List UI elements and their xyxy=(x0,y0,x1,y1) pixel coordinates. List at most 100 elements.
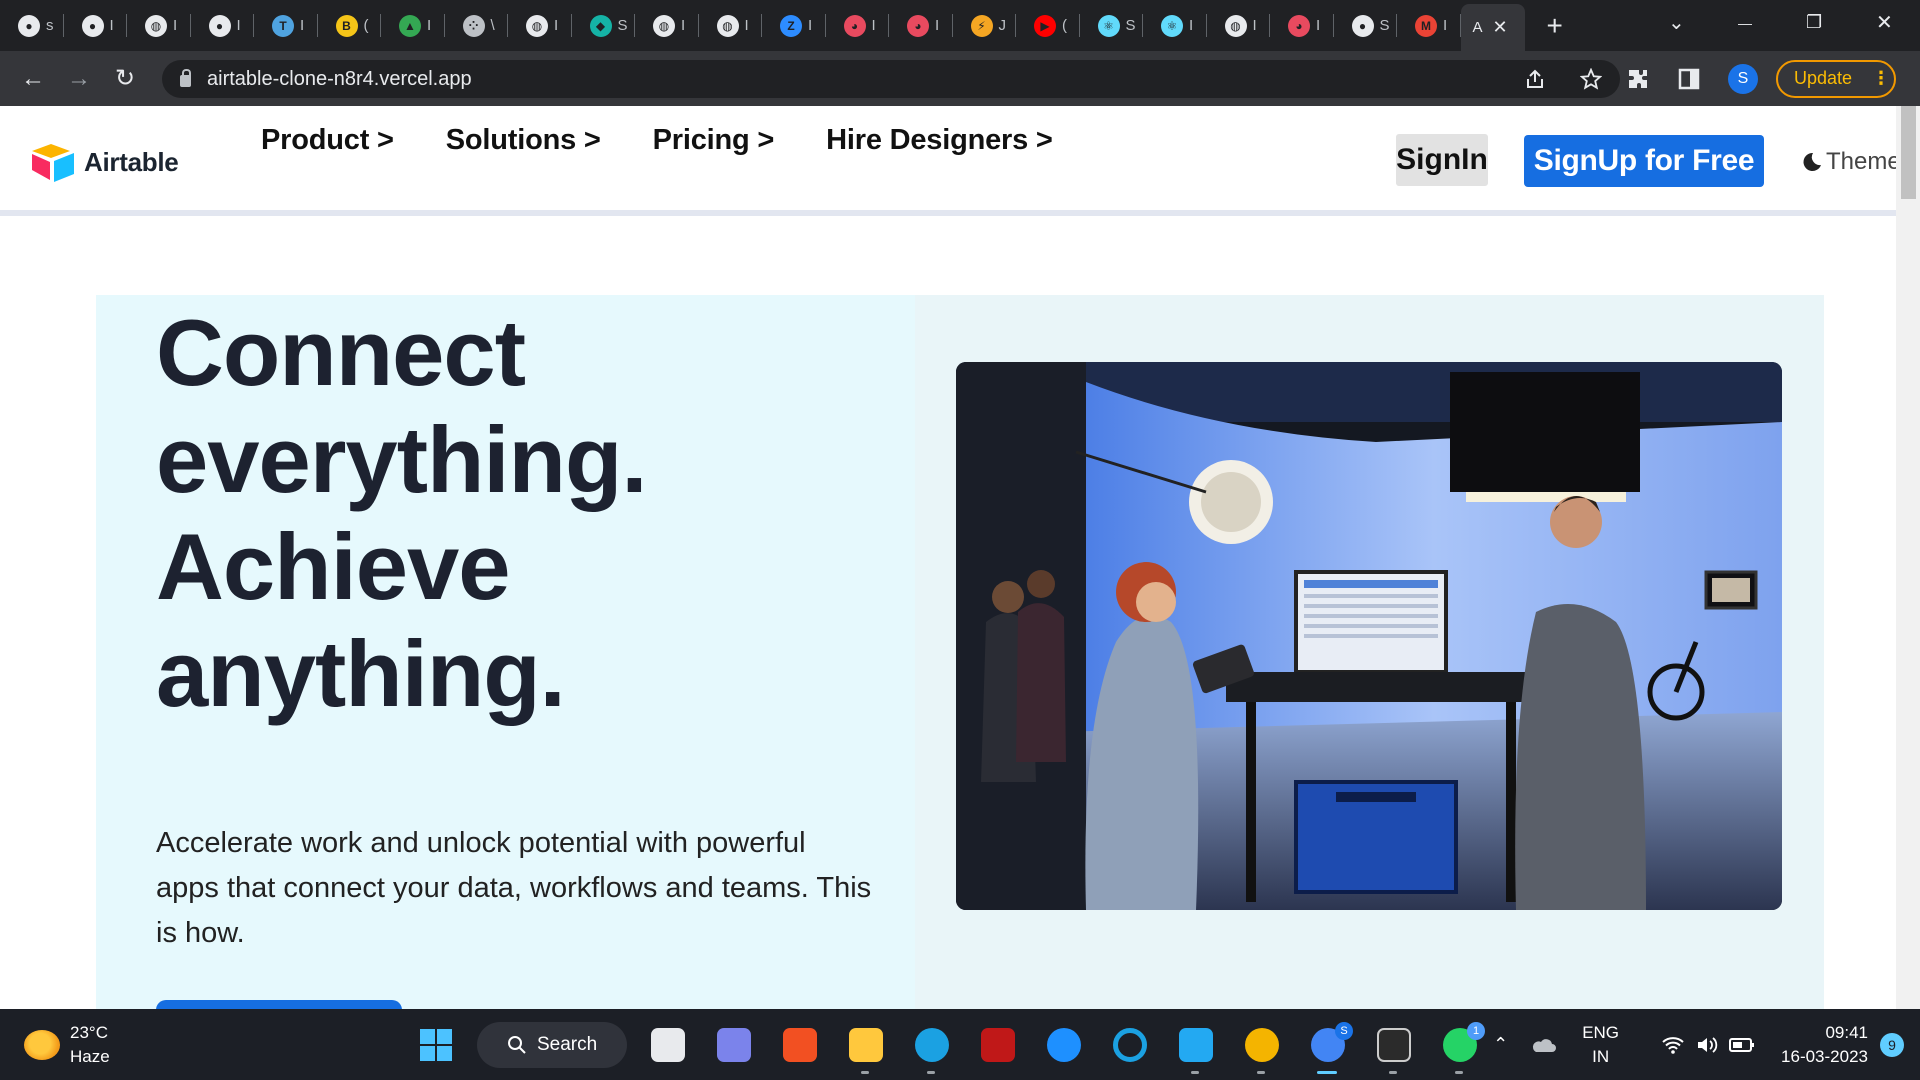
lock-icon[interactable] xyxy=(180,69,191,87)
mcafee-icon[interactable] xyxy=(965,1022,1031,1068)
browser-tab[interactable]: ● I xyxy=(64,0,128,51)
globe-icon: ◍ xyxy=(653,14,675,37)
volume-icon[interactable] xyxy=(1695,1035,1719,1055)
vscode-icon-glyph xyxy=(1179,1028,1213,1062)
signin-button[interactable]: SignIn xyxy=(1396,134,1488,186)
browser-tab[interactable]: ◍ I xyxy=(508,0,572,51)
windows-start-icon[interactable] xyxy=(403,1022,469,1068)
back-button[interactable]: ← xyxy=(10,65,56,93)
teams-chat-icon[interactable] xyxy=(701,1022,767,1068)
browser-tab[interactable]: ▲ I xyxy=(381,0,445,51)
close-window-button[interactable]: ✕ xyxy=(1876,0,1893,45)
tab-search-chevron-icon[interactable]: ⌄ xyxy=(1668,0,1685,45)
clock[interactable]: 09:41 16-03-2023 xyxy=(1781,1021,1868,1069)
reload-button[interactable]: ↻ xyxy=(102,64,148,93)
extensions-icon[interactable] xyxy=(1626,67,1650,91)
browser-tab[interactable]: ◕ I xyxy=(889,0,953,51)
scrollbar-thumb[interactable] xyxy=(1901,106,1916,199)
forward-button[interactable]: → xyxy=(56,65,102,93)
battery-icon[interactable] xyxy=(1729,1037,1755,1053)
menu-hire-designers[interactable]: Hire Designers > xyxy=(826,124,1053,157)
weather-widget[interactable]: 23°C Haze xyxy=(24,1021,110,1069)
browser-tab[interactable]: ⚛ S xyxy=(1080,0,1144,51)
minimize-button[interactable]: — xyxy=(1738,0,1752,45)
terminal-icon[interactable] xyxy=(1361,1022,1427,1074)
browser-tab[interactable]: ● s xyxy=(0,0,64,51)
browser-tab[interactable]: MI xyxy=(1397,0,1461,51)
running-indicator xyxy=(1257,1071,1265,1074)
signup-button[interactable]: SignUp for Free xyxy=(1524,135,1764,187)
language-indicator[interactable]: ENG IN xyxy=(1582,1021,1619,1069)
active-tab[interactable]: A ✕ xyxy=(1460,4,1525,51)
browser-tab[interactable]: ◕ I xyxy=(826,0,890,51)
notification-badge[interactable]: 9 xyxy=(1880,1032,1904,1057)
active-tab-title: A xyxy=(1472,19,1483,36)
menu-solutions[interactable]: Solutions > xyxy=(446,124,601,157)
update-button[interactable]: Update ⋮ xyxy=(1776,59,1896,98)
chrome-profile-badge: S xyxy=(1335,1022,1353,1040)
chrome-canary-icon[interactable] xyxy=(1229,1022,1295,1074)
theme-label: Theme xyxy=(1826,148,1901,175)
edge-icon[interactable] xyxy=(899,1022,965,1074)
menu-pricing[interactable]: Pricing > xyxy=(653,124,775,157)
onedrive-cloud-icon[interactable] xyxy=(1530,1036,1557,1054)
share-icon[interactable] xyxy=(1524,68,1546,90)
browser-tab[interactable]: ⁘ \ xyxy=(445,0,509,51)
page-scrollbar[interactable] xyxy=(1896,106,1920,1009)
react-icon: ⚛ xyxy=(1097,14,1120,37)
task-view-icon[interactable] xyxy=(635,1022,701,1068)
youtube-icon: ▶ xyxy=(1034,14,1056,37)
side-panel-icon[interactable] xyxy=(1678,68,1700,90)
url-text[interactable]: airtable-clone-n8r4.vercel.app xyxy=(207,68,472,91)
airtable-logo[interactable]: Airtable xyxy=(30,142,179,182)
tab-title: s xyxy=(46,17,54,34)
browser-tab[interactable]: ◆ S xyxy=(572,0,636,51)
restore-button[interactable]: ❐ xyxy=(1806,0,1822,45)
tray-chevron-up-icon[interactable]: ⌃ xyxy=(1493,1034,1508,1055)
new-tab-button[interactable]: + xyxy=(1547,11,1563,40)
browser-tab[interactable]: ⚛ I xyxy=(1143,0,1207,51)
cortana-icon[interactable] xyxy=(1097,1022,1163,1068)
help-icon[interactable] xyxy=(1031,1022,1097,1068)
file-explorer-icon[interactable] xyxy=(833,1022,899,1074)
theme-toggle[interactable]: Theme xyxy=(1800,148,1901,176)
browser-tab[interactable]: ● S xyxy=(1334,0,1398,51)
chrome-icon[interactable]: S xyxy=(1295,1022,1361,1074)
menu-product[interactable]: Product > xyxy=(261,124,394,157)
profile-avatar[interactable]: S xyxy=(1728,63,1758,94)
browser-tab[interactable]: ◍ I xyxy=(127,0,191,51)
web-page: Airtable Product > Solutions > Pricing >… xyxy=(0,106,1920,1009)
browser-toolbar: ← → ↻ airtable-clone-n8r4.vercel.app S U… xyxy=(0,51,1920,106)
taskbar-search[interactable]: Search xyxy=(477,1022,627,1068)
browser-tab[interactable]: ⚡ J xyxy=(953,0,1017,51)
browser-tab[interactable]: ◍ I xyxy=(1207,0,1271,51)
lang-top: ENG xyxy=(1582,1022,1620,1042)
browser-tab[interactable]: TI xyxy=(254,0,318,51)
address-bar[interactable]: airtable-clone-n8r4.vercel.app xyxy=(162,60,1620,98)
dots-grid-icon: ⁘ xyxy=(462,14,485,37)
close-tab-icon[interactable]: ✕ xyxy=(1493,17,1508,38)
hero-photo xyxy=(956,362,1782,910)
hero-cta-button[interactable] xyxy=(156,1000,402,1009)
browser-tab[interactable]: ◕ I xyxy=(1270,0,1334,51)
hero-headline: Connect everything. Achieve anything. xyxy=(156,299,776,727)
whatsapp-icon[interactable]: 1 xyxy=(1427,1022,1493,1074)
tab-title: ( xyxy=(1062,17,1067,34)
wifi-icon[interactable] xyxy=(1661,1035,1685,1055)
browser-tab[interactable]: ▶( xyxy=(1016,0,1080,51)
browser-tab[interactable]: ● I xyxy=(191,0,255,51)
browser-tab[interactable]: ZI xyxy=(762,0,826,51)
github-icon: ● xyxy=(1351,14,1374,37)
headline-line-4: anything. xyxy=(156,621,566,726)
tab-title: I xyxy=(300,17,305,34)
codeforces-icon: ⚡ xyxy=(970,14,993,37)
browser-tab[interactable]: ◍ I xyxy=(699,0,763,51)
microsoft-store-icon[interactable] xyxy=(767,1022,833,1068)
browser-tab[interactable]: B( xyxy=(318,0,382,51)
paint-palette-icon: ◕ xyxy=(843,14,866,37)
diamond-icon: ◆ xyxy=(589,14,612,37)
tab-title: I xyxy=(236,17,241,34)
browser-tab[interactable]: ◍ I xyxy=(635,0,699,51)
bookmark-star-icon[interactable] xyxy=(1580,68,1602,90)
vscode-icon[interactable] xyxy=(1163,1022,1229,1074)
